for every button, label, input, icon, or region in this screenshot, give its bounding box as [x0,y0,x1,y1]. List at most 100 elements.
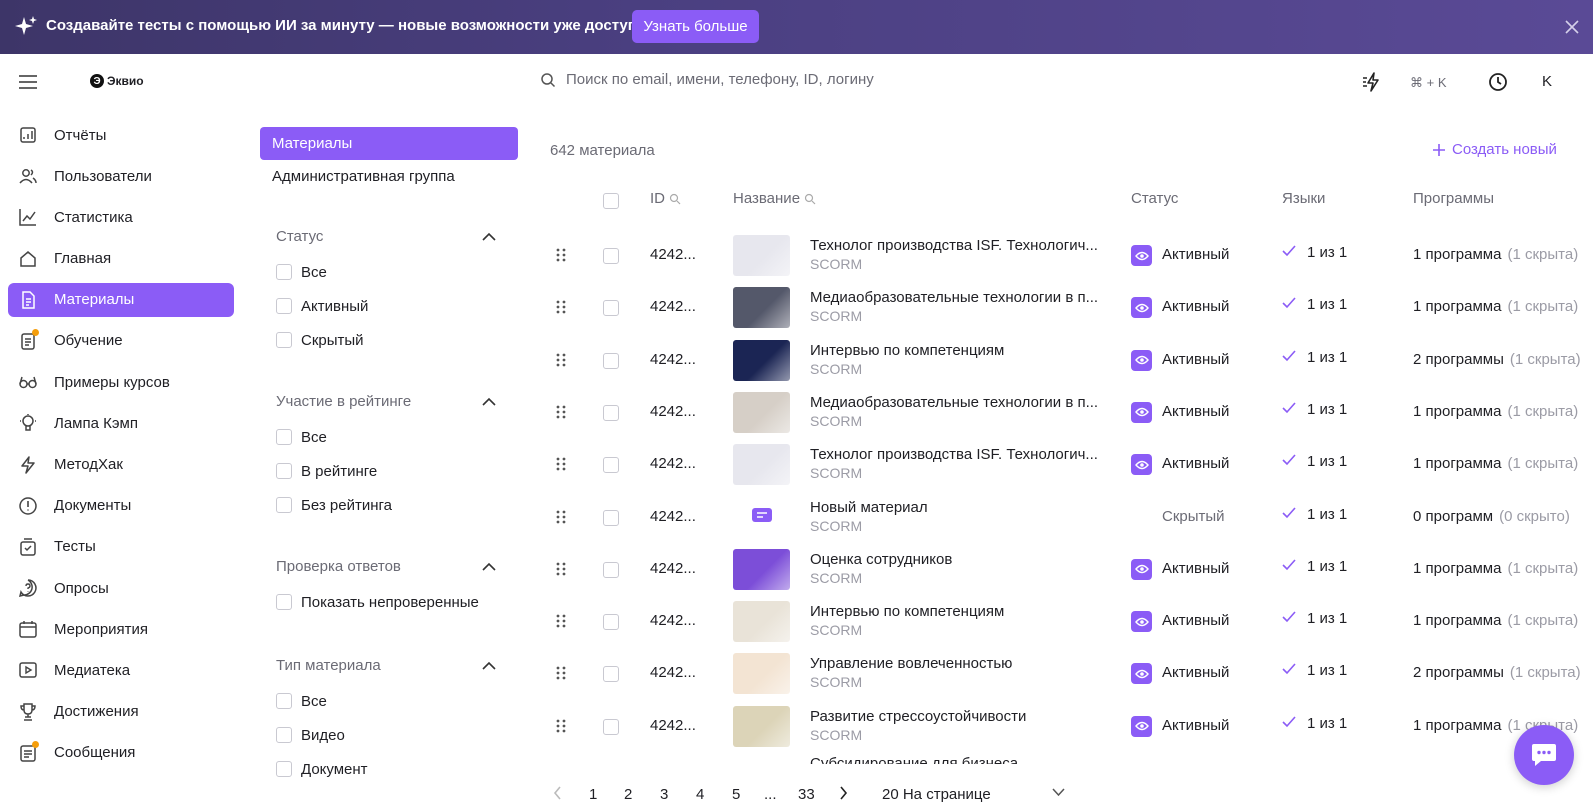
programs-value[interactable]: 1 программа (1 скрыта) [1413,455,1578,472]
drag-handle-icon[interactable] [555,352,567,368]
material-id[interactable]: 4242... [650,508,696,525]
programs-value[interactable]: 1 программа (1 скрыта) [1413,560,1578,577]
table-row[interactable]: 4242... Развитие стрессоустойчивости SCORM… [0,701,1593,752]
material-thumbnail [733,391,790,433]
drag-handle-icon[interactable] [555,404,567,420]
programs-value[interactable]: 1 программа (1 скрыта) [1413,298,1578,315]
search-input[interactable]: Поиск по email, имени, телефону, ID, лог… [540,71,874,88]
chat-button[interactable] [1514,725,1574,785]
filter-option[interactable]: Документ [260,752,518,786]
material-id[interactable]: 4242... [650,403,696,420]
quick-actions-icon[interactable] [1362,72,1384,92]
material-title[interactable]: Технолог производства ISF. Технологич... [810,446,1100,463]
eye-icon[interactable] [1131,297,1152,319]
drag-handle-icon[interactable] [555,561,567,577]
material-id[interactable]: 4242... [650,612,696,629]
menu-icon[interactable] [18,74,38,90]
page-link[interactable]: 3 [660,786,668,803]
table-row[interactable]: 4242... Новый материал SCORM Скрытый 1 из 1 0… [0,492,1593,543]
eye-icon[interactable] [1131,454,1152,476]
row-checkbox[interactable] [603,248,619,264]
table-row[interactable]: 4242... Управление вовлеченностью SCORM Акт… [0,648,1593,699]
eye-icon[interactable] [1131,349,1152,371]
eye-icon[interactable] [1131,611,1152,633]
row-checkbox[interactable] [603,352,619,369]
page-link[interactable]: 4 [696,786,704,803]
material-title[interactable]: Оценка сотрудников [810,551,1100,568]
column-id[interactable]: ID [650,190,681,207]
eye-icon[interactable] [1131,715,1152,737]
material-title[interactable]: Развитие стрессоустойчивости [810,708,1100,725]
material-id[interactable]: 4242... [650,717,696,734]
table-row[interactable]: 4242... Технолог производства ISF. Технол… [0,230,1593,281]
material-id[interactable]: 4242... [650,351,696,368]
page-link[interactable]: 33 [798,786,815,803]
eye-icon[interactable] [1131,558,1152,580]
drag-handle-icon[interactable] [555,456,567,472]
history-icon[interactable] [1488,72,1508,92]
drag-handle-icon[interactable] [555,613,567,629]
page-link[interactable]: 2 [624,786,632,803]
material-id[interactable]: 4242... [650,246,696,263]
table-row[interactable]: 4242... Интервью по компетенциям SCORM Акти… [0,596,1593,647]
material-title[interactable]: Интервью по компетенциям [810,603,1100,620]
row-checkbox[interactable] [603,561,619,578]
material-id[interactable]: 4242... [650,298,696,315]
material-id[interactable]: 4242... [650,455,696,472]
table-row[interactable]: 4242... Оценка сотрудников SCORM Активный 1 … [0,544,1593,595]
table-row[interactable]: 4242... Технолог производства ISF. Технол… [0,439,1593,490]
create-new-button[interactable]: Создать новый [1432,141,1557,158]
programs-value[interactable]: 0 программ (0 скрыто) [1413,508,1570,525]
programs-value[interactable]: 2 программы (1 скрыта) [1413,664,1581,681]
sidebar-item[interactable]: Пользователи [8,159,234,193]
learn-more-button[interactable]: Узнать больше [632,10,759,43]
material-title[interactable]: Новый материал [810,499,1100,516]
column-name[interactable]: Название [733,190,816,207]
material-title[interactable]: Медиаобразовательные технологии в п... [810,289,1100,306]
tab-admin-group[interactable]: Административная группа [260,160,518,193]
table-row[interactable]: 4242... Медиаобразовательные технологии в… [0,282,1593,333]
page-link[interactable]: 5 [732,786,740,803]
sidebar-item[interactable]: Отчёты [8,118,234,152]
tab-materials[interactable]: Материалы [260,127,518,160]
chevron-right-icon[interactable] [839,786,848,800]
chevron-down-icon[interactable] [1052,788,1065,796]
programs-value[interactable]: 1 программа (1 скрыта) [1413,612,1578,629]
eye-icon[interactable] [1131,663,1152,685]
material-title[interactable]: Интервью по компетенциям [810,342,1100,359]
search-icon[interactable] [804,193,816,205]
table-row[interactable]: 4242... Медиаобразовательные технологии в… [0,387,1593,438]
material-id[interactable]: 4242... [650,664,696,681]
table-row[interactable]: 4242... Интервью по компетенциям SCORM Акти… [0,335,1593,386]
row-checkbox[interactable] [603,718,619,735]
programs-value[interactable]: 2 программы (1 скрыта) [1413,351,1581,368]
row-checkbox[interactable] [603,509,619,526]
eye-icon[interactable] [1131,401,1152,423]
checkbox[interactable] [276,761,292,777]
programs-value[interactable]: 1 программа (1 скрыта) [1413,403,1578,420]
eye-icon[interactable] [1131,245,1152,266]
select-all-checkbox[interactable] [603,193,619,209]
close-icon[interactable] [1562,17,1582,37]
material-title[interactable]: Управление вовлеченностью [810,655,1100,672]
drag-handle-icon[interactable] [555,665,567,681]
page-link[interactable]: 1 [589,786,597,803]
logo[interactable]: Э Эквио [90,74,144,88]
per-page-select[interactable]: 20 На странице [882,786,991,803]
row-checkbox[interactable] [603,404,619,421]
row-checkbox[interactable] [603,666,619,683]
drag-handle-icon[interactable] [555,718,567,734]
search-icon[interactable] [669,193,681,205]
row-checkbox[interactable] [603,457,619,474]
drag-handle-icon[interactable] [555,299,567,315]
programs-value[interactable]: 1 программа (1 скрыта) [1413,246,1578,263]
drag-handle-icon[interactable] [555,247,567,263]
avatar[interactable]: K [1542,73,1552,90]
material-id[interactable]: 4242... [650,560,696,577]
material-title[interactable]: Технолог производства ISF. Технологич... [810,237,1100,254]
drag-handle-icon[interactable] [555,509,567,525]
row-checkbox[interactable] [603,300,619,317]
chevron-left-icon[interactable] [553,786,562,800]
material-title[interactable]: Медиаобразовательные технологии в п... [810,394,1100,411]
row-checkbox[interactable] [603,614,619,631]
